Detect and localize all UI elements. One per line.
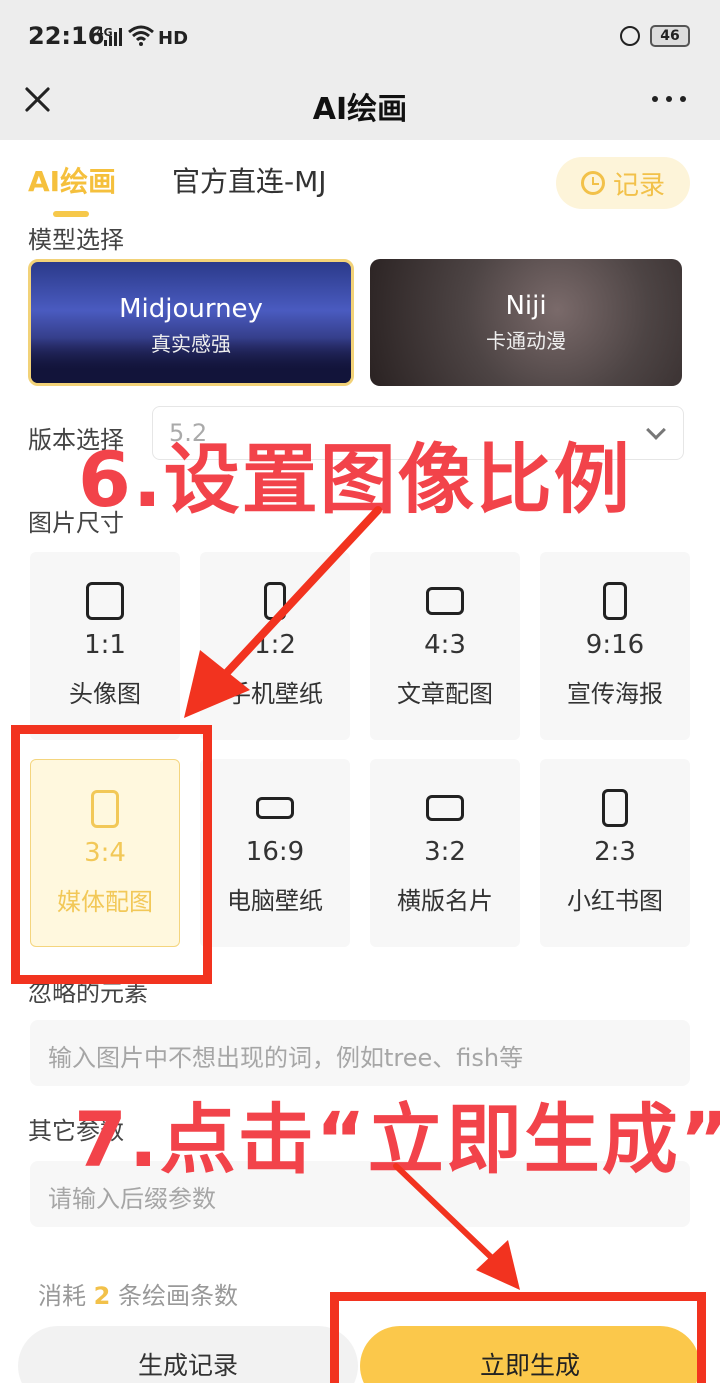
ratio-value: 3:2 <box>424 837 466 867</box>
ratio-option-16-9[interactable]: 16:9 电脑壁纸 <box>200 759 350 947</box>
annotation-highlight-generate <box>330 1292 706 1383</box>
ratio-option-1-1[interactable]: 1:1 头像图 <box>30 552 180 740</box>
consume-suffix: 条绘画条数 <box>117 1282 238 1310</box>
ratio-name: 电脑壁纸 <box>227 887 323 915</box>
clock-icon <box>580 171 605 195</box>
portrait-icon <box>602 789 628 827</box>
portrait-icon <box>603 582 627 620</box>
ratio-name: 文章配图 <box>397 680 493 708</box>
ratio-name: 手机壁纸 <box>227 680 323 708</box>
landscape-icon <box>256 797 294 819</box>
alarm-icon <box>620 26 640 46</box>
model-name: Niji <box>505 291 547 321</box>
ratio-value: 4:3 <box>424 630 466 660</box>
record-label: 记录 <box>612 170 665 201</box>
status-time: 22:16 <box>28 22 105 50</box>
ratio-value: 2:3 <box>594 837 636 867</box>
model-section-label: 模型选择 <box>28 226 124 254</box>
model-name: Midjourney <box>119 294 263 324</box>
ratio-name: 小红书图 <box>567 887 663 915</box>
ratio-value: 9:16 <box>585 630 645 660</box>
consume-prefix: 消耗 <box>38 1282 86 1310</box>
ratio-option-4-3[interactable]: 4:3 文章配图 <box>370 552 520 740</box>
model-subtitle: 真实感强 <box>151 332 231 356</box>
hd-indicator: HD <box>158 28 189 49</box>
model-subtitle: 卡通动漫 <box>486 329 566 353</box>
ratio-option-3-2[interactable]: 3:2 横版名片 <box>370 759 520 947</box>
ratio-option-2-3[interactable]: 2:3 小红书图 <box>540 759 690 947</box>
ratio-name: 横版名片 <box>397 887 493 915</box>
battery-icon: 46 <box>650 25 690 47</box>
status-bar: 22:16 4G HD 46 <box>0 0 720 68</box>
tab-active-indicator <box>53 211 89 217</box>
chevron-down-icon <box>646 420 666 440</box>
history-button[interactable]: 生成记录 <box>18 1326 358 1383</box>
landscape-icon <box>426 587 464 615</box>
annotation-highlight-ratio <box>11 725 212 984</box>
ignore-words-input[interactable]: 输入图片中不想出现的词，例如tree、fish等 <box>30 1020 690 1086</box>
ratio-option-9-16[interactable]: 9:16 宣传海报 <box>540 552 690 740</box>
record-button[interactable]: 记录 <box>556 157 690 209</box>
ratio-value: 16:9 <box>245 837 305 867</box>
annotation-step-7: 7.点击“立即生成” <box>74 1095 720 1184</box>
portrait-icon <box>264 582 286 620</box>
model-card-niji[interactable]: Niji 卡通动漫 <box>370 259 682 386</box>
ignore-words-placeholder: 输入图片中不想出现的词，例如tree、fish等 <box>48 1044 524 1072</box>
ratio-option-1-2[interactable]: 1:2 手机壁纸 <box>200 552 350 740</box>
wifi-icon <box>128 25 154 46</box>
square-icon <box>86 582 124 620</box>
page-title: AI绘画 <box>312 92 408 127</box>
consume-count: 2 <box>93 1282 111 1310</box>
ratio-value: 1:2 <box>254 630 296 660</box>
model-card-midjourney[interactable]: Midjourney 真实感强 <box>28 259 354 386</box>
landscape-icon <box>426 795 464 821</box>
consume-info: 消耗 2 条绘画条数 <box>38 1276 238 1311</box>
tab-official-mj[interactable]: 官方直连-MJ <box>172 160 327 200</box>
more-icon[interactable] <box>652 93 686 105</box>
ratio-name: 宣传海报 <box>567 680 663 708</box>
ratio-name: 头像图 <box>69 680 141 708</box>
tab-ai-painting[interactable]: AI绘画 <box>28 160 116 200</box>
ratio-value: 1:1 <box>84 630 126 660</box>
nav-bar: AI绘画 <box>0 68 720 140</box>
annotation-step-6: 6.设置图像比例 <box>78 435 632 524</box>
signal-icon <box>104 26 124 46</box>
